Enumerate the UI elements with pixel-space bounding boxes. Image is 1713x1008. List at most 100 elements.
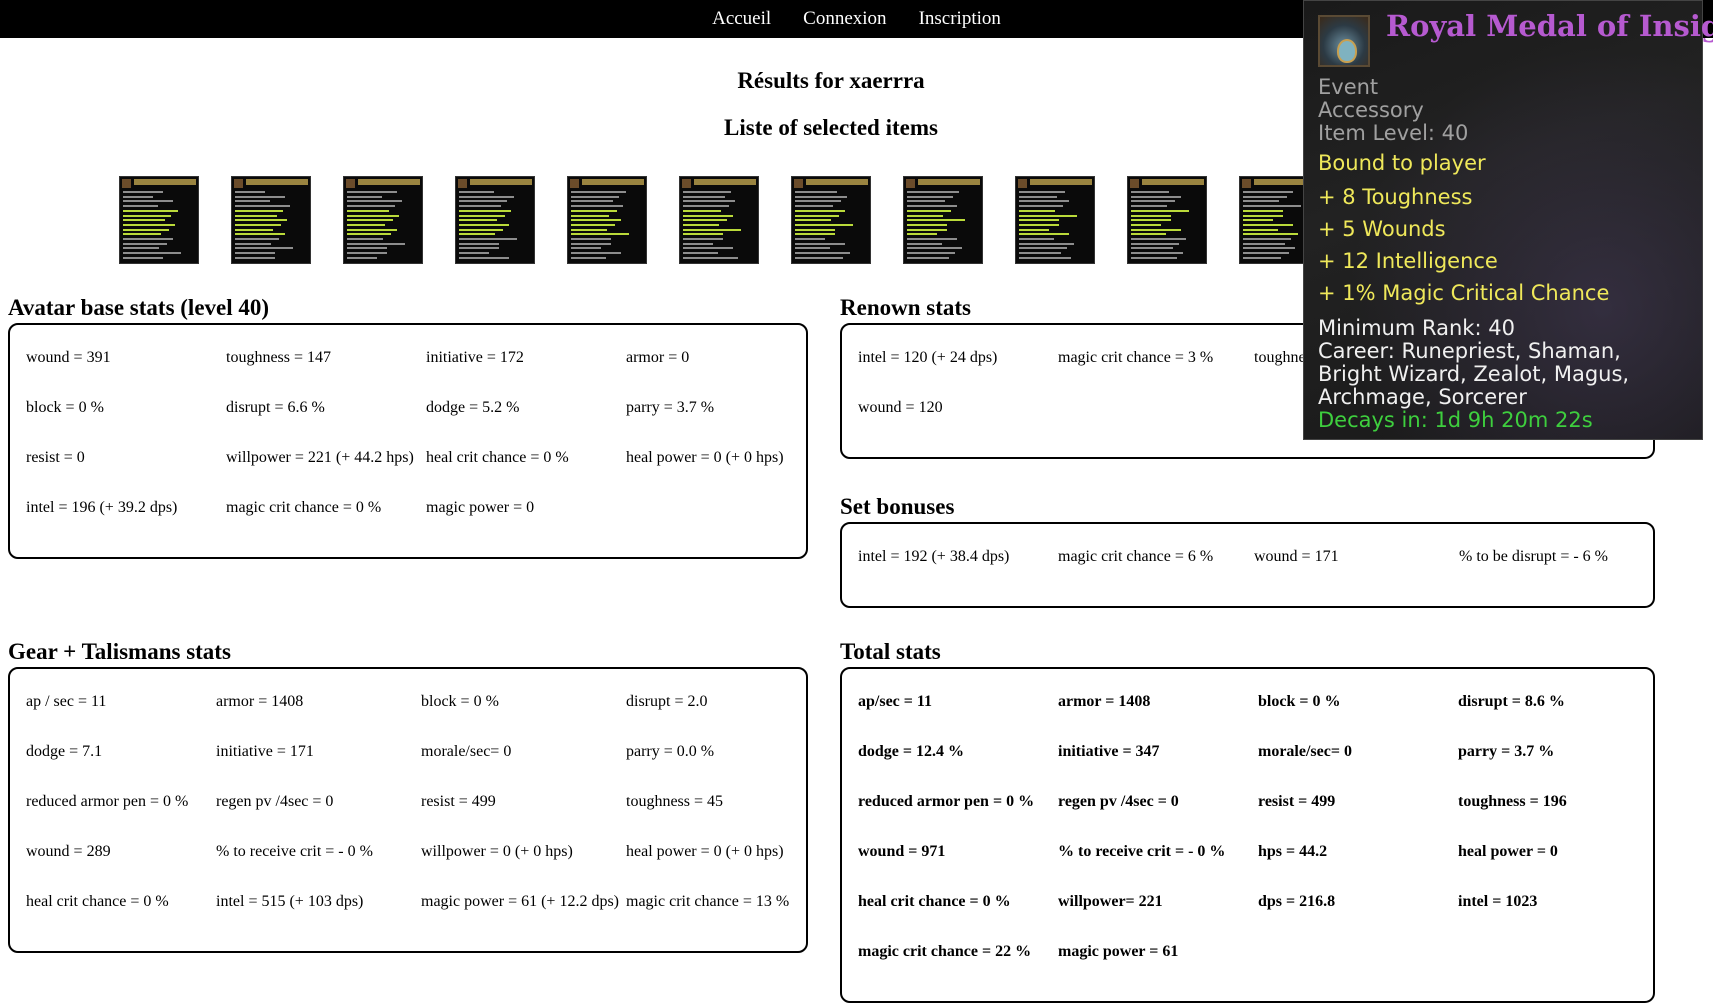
stat-entry: % to receive crit = - 0 % [1058,843,1226,860]
stat-entry: heal power = 0 (+ 0 hps) [626,843,784,860]
stat-entry: initiative = 347 [1058,743,1160,760]
stat-entry: reduced armor pen = 0 % [858,793,1035,810]
stat-entry: morale/sec= 0 [421,743,512,760]
item-thumbnail[interactable] [455,176,535,264]
tooltip-bonus-line: + 5 Wounds [1318,217,1446,241]
stat-entry: intel = 120 (+ 24 dps) [858,349,998,366]
item-thumbnail[interactable] [903,176,983,264]
set-bonuses-box: intel = 192 (+ 38.4 dps) magic crit chanc… [840,522,1655,608]
stat-entry: heal crit chance = 0 % [426,449,569,466]
gear-stats-heading: Gear + Talismans stats [8,639,231,664]
stat-entry: magic crit chance = 6 % [1058,548,1214,565]
nav-inscription-link[interactable]: Inscription [919,8,1001,30]
stat-entry: resist = 499 [1258,793,1336,810]
stat-entry: reduced armor pen = 0 % [26,793,189,810]
stat-entry: block = 0 % [1258,693,1341,710]
stat-entry: magic crit chance = 0 % [226,499,382,516]
tooltip-requirement-line: Bright Wizard, Zealot, Magus, [1318,362,1630,386]
stat-entry: dodge = 5.2 % [426,399,520,416]
stat-entry: regen pv /4sec = 0 [216,793,334,810]
stat-entry: willpower = 221 (+ 44.2 hps) [226,449,414,466]
stat-entry: block = 0 % [421,693,499,710]
tooltip-requirement-line: Career: Runepriest, Shaman, [1318,339,1621,363]
stat-entry: parry = 3.7 % [1458,743,1555,760]
stat-entry: intel = 1023 [1458,893,1538,910]
gear-stats-grid: ap / sec = 11 armor = 1408 block = 0 % disr… [26,687,816,937]
stat-entry: wound = 391 [26,349,111,366]
nav-connexion-link[interactable]: Connexion [803,8,886,30]
stat-entry: resist = 499 [421,793,496,810]
stat-entry: parry = 0.0 % [626,743,715,760]
avatar-stats-box: wound = 391 toughness = 147 initiative = 1… [8,323,808,559]
item-thumbnail[interactable] [343,176,423,264]
stat-entry: magic crit chance = 3 % [1058,349,1214,366]
gear-stats-box: ap / sec = 11 armor = 1408 block = 0 % disr… [8,667,808,953]
stat-entry: intel = 515 (+ 103 dps) [216,893,364,910]
avatar-stats-grid: wound = 391 toughness = 147 initiative = 1… [26,343,826,543]
tooltip-item-name: Royal Medal of Insight [1386,9,1713,43]
stat-entry: toughness = 196 [1458,793,1567,810]
stat-entry: regen pv /4sec = 0 [1058,793,1179,810]
stat-entry: hps = 44.2 [1258,843,1328,860]
tooltip-bound-line: Bound to player [1318,151,1486,175]
item-tooltip: Royal Medal of Insight Event Accessory I… [1303,0,1713,440]
stat-entry: dodge = 12.4 % [858,743,965,760]
set-bonuses-grid: intel = 192 (+ 38.4 dps) magic crit chanc… [858,542,1659,592]
stat-entry: armor = 0 [626,349,690,366]
stat-entry: resist = 0 [26,449,85,466]
item-thumbnail[interactable] [1127,176,1207,264]
nav-accueil-link[interactable]: Accueil [712,8,771,30]
stat-entry: toughness = 45 [626,793,724,810]
stat-entry: magic power = 61 (+ 12.2 dps) [421,893,620,910]
stat-entry: initiative = 172 [426,349,524,366]
tooltip-type-line: Accessory [1318,98,1424,122]
stat-entry: ap / sec = 11 [26,693,107,710]
item-thumbnail[interactable] [231,176,311,264]
tooltip-type-line: Item Level: 40 [1318,121,1469,145]
tooltip-bonus-line: + 8 Toughness [1318,185,1473,209]
stat-entry: heal crit chance = 0 % [858,893,1011,910]
stat-entry: armor = 1408 [216,693,304,710]
stat-entry: initiative = 171 [216,743,314,760]
tooltip-bonus-line: + 1% Magic Critical Chance [1318,281,1610,305]
tooltip-decay-line: Decays in: 1d 9h 20m 22s [1318,408,1593,432]
stat-entry: disrupt = 2.0 [626,693,708,710]
stat-entry: block = 0 % [26,399,104,416]
stat-entry: intel = 196 (+ 39.2 dps) [26,499,178,516]
avatar-stats-heading: Avatar base stats (level 40) [8,295,270,320]
stat-entry: heal power = 0 (+ 0 hps) [626,449,784,466]
stat-entry: morale/sec= 0 [1258,743,1352,760]
stat-entry: magic power = 0 [426,499,535,516]
stat-entry: disrupt = 6.6 % [226,399,325,416]
stat-entry: wound = 971 [858,843,946,860]
stat-entry: armor = 1408 [1058,693,1151,710]
item-thumbnail[interactable] [1015,176,1095,264]
total-stats-heading: Total stats [840,639,941,664]
item-thumbnail[interactable] [679,176,759,264]
stat-entry: wound = 289 [26,843,111,860]
stat-entry: willpower = 0 (+ 0 hps) [421,843,573,860]
item-thumbnail[interactable] [567,176,647,264]
stat-entry: dodge = 7.1 [26,743,103,760]
item-thumbnail[interactable] [119,176,199,264]
item-thumbnail[interactable] [791,176,871,264]
stat-entry: willpower= 221 [1058,893,1163,910]
stat-entry: % to be disrupt = - 6 % [1459,548,1608,565]
tooltip-requirement-line: Minimum Rank: 40 [1318,316,1515,340]
selected-items-row [119,176,1319,264]
total-stats-grid: ap/sec = 11 armor = 1408 block = 0 % disrup… [858,687,1658,987]
stat-entry: % to receive crit = - 0 % [216,843,373,860]
stat-entry: heal power = 0 [1458,843,1558,860]
renown-stats-heading: Renown stats [840,295,971,320]
stat-entry: dps = 216.8 [1258,893,1336,910]
tooltip-bonus-line: + 12 Intelligence [1318,249,1498,273]
stat-entry: disrupt = 8.6 % [1458,693,1565,710]
stat-entry: heal crit chance = 0 % [26,893,169,910]
tooltip-requirement-line: Archmage, Sorcerer [1318,385,1527,409]
tooltip-type-line: Event [1318,75,1379,99]
stat-entry: toughness = 147 [226,349,332,366]
set-bonuses-heading: Set bonuses [840,494,955,519]
stat-entry: magic power = 61 [1058,943,1179,960]
medal-icon [1318,15,1370,67]
stat-entry: intel = 192 (+ 38.4 dps) [858,548,1010,565]
